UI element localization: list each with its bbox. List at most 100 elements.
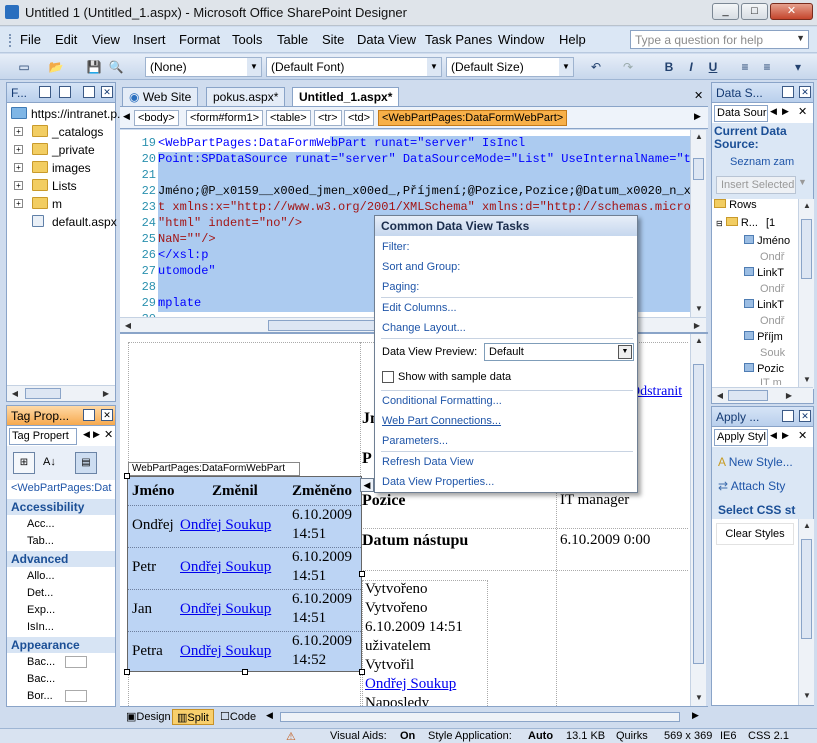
table-row[interactable]: Petr Ondřej Soukup 6.10.2009 14:51	[128, 549, 361, 589]
expand-icon[interactable]: +	[14, 181, 23, 190]
scroll-left-icon[interactable]: ◀	[713, 389, 727, 402]
code-vscrollbar[interactable]: ▲ ▼	[690, 130, 706, 317]
tab-scroll-left-icon[interactable]: ◀	[770, 106, 777, 117]
preview-icon[interactable]: 🔍	[108, 59, 124, 75]
close-icon[interactable]: ✕	[101, 86, 113, 98]
scroll-thumb[interactable]	[693, 364, 704, 664]
crumb-td[interactable]: <td>	[344, 110, 375, 126]
scroll-left-icon[interactable]: ◀	[8, 387, 22, 400]
visual-aids-value[interactable]: On	[400, 730, 415, 742]
tab-scroll-right-icon[interactable]: ▶	[93, 429, 100, 440]
menu-tools[interactable]: Tools	[232, 32, 262, 47]
page-dimensions[interactable]: 569 x 369	[664, 730, 712, 742]
scroll-right-icon[interactable]: ▶	[99, 387, 113, 400]
field-item[interactable]: Pozic	[744, 363, 784, 375]
scroll-thumb[interactable]	[25, 388, 61, 399]
tab-code[interactable]: ☐Code	[216, 709, 260, 725]
underline-icon[interactable]: U	[705, 59, 721, 75]
tab-design[interactable]: ▣Design	[122, 709, 175, 725]
new-page-icon[interactable]: ▭	[16, 59, 32, 75]
restore-icon[interactable]	[83, 409, 95, 421]
sample-data-checkbox[interactable]	[382, 371, 394, 383]
tree-item-m[interactable]: + m	[7, 195, 115, 213]
section-advanced[interactable]: Advanced	[7, 551, 115, 567]
crumb-tr[interactable]: <tr>	[314, 110, 342, 126]
scroll-down-icon[interactable]: ▼	[692, 302, 706, 316]
expand-icon[interactable]: +	[14, 145, 23, 154]
property-row[interactable]: Bac...	[7, 654, 115, 671]
scroll-down-icon[interactable]: ▼	[692, 691, 706, 705]
table-row[interactable]: Jan Ondřej Soukup 6.10.2009 14:51	[128, 591, 361, 631]
tab-web-site[interactable]: ◉ Web Site	[122, 87, 199, 106]
font-select[interactable]: (Default Font) ▼	[266, 57, 442, 77]
webpart-tag-label[interactable]: WebPartPages:DataFormWebPart	[128, 462, 300, 476]
minimize-button[interactable]: _	[712, 3, 739, 20]
align-center-icon[interactable]: ≡	[759, 59, 775, 75]
field-item[interactable]: Příjm	[744, 331, 783, 343]
open-icon[interactable]: 📂	[48, 59, 64, 75]
toolbar-options-icon[interactable]: ▾	[790, 59, 806, 75]
property-row[interactable]: Bac...	[7, 671, 115, 688]
color-swatch[interactable]	[65, 690, 87, 702]
data-view-table[interactable]: Jméno Změnil Změněno Ondřej Ondřej Souku…	[124, 473, 365, 675]
filter-link[interactable]: Filter:	[382, 241, 410, 253]
scroll-left-icon[interactable]: ◀	[121, 319, 135, 332]
section-appearance[interactable]: Appearance	[7, 637, 115, 653]
folder-hscrollbar[interactable]: ◀ ▶	[7, 385, 115, 401]
property-row[interactable]: Acc...	[7, 516, 115, 533]
resize-handle[interactable]	[124, 473, 130, 479]
section-accessibility[interactable]: Accessibility	[7, 499, 115, 515]
tab-untitled[interactable]: Untitled_1.aspx*	[292, 87, 400, 107]
tab-tag-properties[interactable]: Tag Propert	[9, 428, 77, 445]
maximize-button[interactable]: □	[741, 3, 768, 20]
tab-split[interactable]: ▥Split	[172, 709, 214, 725]
scroll-down-icon[interactable]: ▼	[800, 373, 814, 387]
field-item[interactable]: Jméno	[744, 235, 790, 247]
cell-changed-by-link[interactable]: Ondřej Soukup	[180, 643, 271, 660]
view-hscroll-thumb[interactable]	[280, 712, 680, 722]
show-set-properties-icon[interactable]: ▤	[75, 452, 97, 474]
table-row[interactable]: Petra Ondřej Soukup 6.10.2009 14:52	[128, 633, 361, 673]
color-swatch[interactable]	[65, 656, 87, 668]
tree-item-images[interactable]: + images	[7, 159, 115, 177]
scroll-up-icon[interactable]: ▲	[692, 334, 706, 348]
resize-handle[interactable]	[124, 669, 130, 675]
property-row[interactable]: Allo...	[7, 568, 115, 585]
crumb-table[interactable]: <table>	[266, 110, 311, 126]
document-mode[interactable]: Quirks	[616, 730, 648, 742]
expand-icon[interactable]: +	[14, 127, 23, 136]
style-application-value[interactable]: Auto	[528, 730, 553, 742]
close-button[interactable]: ✕	[770, 3, 813, 20]
web-part-connections-link[interactable]: Web Part Connections...	[382, 415, 501, 427]
property-row[interactable]: IsIn...	[7, 619, 115, 636]
cell-changed-by-link[interactable]: Ondřej Soukup	[180, 601, 271, 618]
menu-help[interactable]: Help	[559, 32, 586, 47]
restore-icon[interactable]	[782, 410, 794, 422]
expand-icon[interactable]: +	[14, 163, 23, 172]
field-item[interactable]: LinkT	[744, 267, 784, 279]
scroll-up-icon[interactable]: ▲	[800, 199, 814, 213]
scroll-thumb[interactable]	[801, 219, 812, 279]
smart-tag-chevron-icon[interactable]: ◀	[360, 478, 374, 492]
tab-data-source[interactable]: Data Sour	[714, 105, 768, 122]
scroll-right-icon[interactable]: ▶	[694, 111, 701, 122]
insert-selected-button[interactable]: Insert Selected	[716, 176, 796, 194]
resize-handle[interactable]	[359, 571, 365, 577]
menu-task-panes[interactable]: Task Panes	[425, 32, 492, 47]
folder-icon[interactable]	[59, 86, 71, 98]
sort-az-icon[interactable]: A↓	[43, 456, 56, 468]
categorized-icon[interactable]: ⊞	[13, 452, 35, 474]
edit-columns-link[interactable]: Edit Columns...	[382, 302, 457, 314]
source-link[interactable]: Seznam zam	[730, 156, 794, 168]
scroll-thumb[interactable]	[728, 390, 768, 401]
tree-item-catalogs[interactable]: + _catalogs	[7, 123, 115, 141]
chevron-down-icon[interactable]: ▼	[798, 177, 807, 187]
property-row[interactable]: Exp...	[7, 602, 115, 619]
collapse-icon[interactable]: ⊟	[716, 219, 723, 228]
scroll-thumb[interactable]	[693, 158, 704, 180]
menu-data-view[interactable]: Data View	[357, 32, 416, 47]
help-question-input[interactable]: Type a question for help ▼	[630, 30, 809, 49]
close-icon[interactable]: ✕	[101, 409, 113, 421]
close-icon[interactable]: ✕	[694, 89, 703, 102]
menu-view[interactable]: View	[92, 32, 120, 47]
